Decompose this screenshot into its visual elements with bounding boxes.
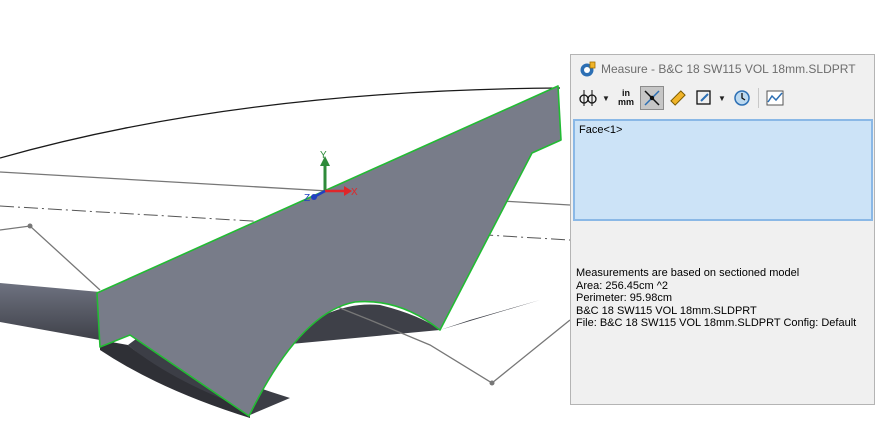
results-note: Measurements are based on sectioned mode… bbox=[576, 267, 800, 279]
units-label-mm: mm bbox=[617, 97, 634, 107]
dropdown-arrow-icon[interactable]: ▼ bbox=[718, 86, 726, 110]
sketch-point bbox=[27, 223, 33, 229]
measure-toolbar: ▼ in mm ▼ bbox=[571, 83, 874, 113]
triad-x-label: X bbox=[351, 187, 358, 198]
triad-z-label: Z bbox=[304, 193, 310, 204]
projected-on-icon[interactable] bbox=[692, 86, 716, 110]
measurement-history-icon[interactable] bbox=[730, 86, 754, 110]
ring-slab bbox=[0, 283, 100, 340]
measure-dialog: Measure - B&C 18 SW115 VOL 18mm.SLDPRT ▼… bbox=[570, 54, 875, 405]
arc-circle-measurements-icon[interactable] bbox=[576, 86, 600, 110]
point-to-point-icon[interactable] bbox=[666, 86, 690, 110]
measure-tape-icon bbox=[580, 61, 596, 76]
triad-y-label: Y bbox=[320, 150, 327, 161]
dialog-title-bar[interactable]: Measure - B&C 18 SW115 VOL 18mm.SLDPRT bbox=[571, 55, 874, 83]
dropdown-arrow-icon[interactable]: ▼ bbox=[602, 86, 610, 110]
sketch-point bbox=[489, 380, 495, 386]
dialog-title: Measure - B&C 18 SW115 VOL 18mm.SLDPRT bbox=[601, 62, 856, 76]
measurement-results: Measurements are based on sectioned mode… bbox=[576, 267, 870, 330]
toolbar-separator bbox=[758, 88, 759, 108]
construction-line bbox=[0, 225, 101, 291]
selected-item-face[interactable]: Face<1> bbox=[579, 124, 867, 136]
results-file: File: B&C 18 SW115 VOL 18mm.SLDPRT Confi… bbox=[576, 317, 857, 329]
results-area: Area: 256.45cm ^2 bbox=[576, 279, 668, 292]
selection-list[interactable]: Face<1> bbox=[573, 119, 873, 221]
show-xyz-measurements-icon[interactable] bbox=[640, 86, 664, 110]
results-body: B&C 18 SW115 VOL 18mm.SLDPRT bbox=[576, 304, 757, 317]
results-perimeter: Perimeter: 95.98cm bbox=[576, 292, 672, 304]
units-precision-icon[interactable]: in mm bbox=[614, 86, 638, 110]
create-sensor-icon[interactable] bbox=[763, 86, 787, 110]
